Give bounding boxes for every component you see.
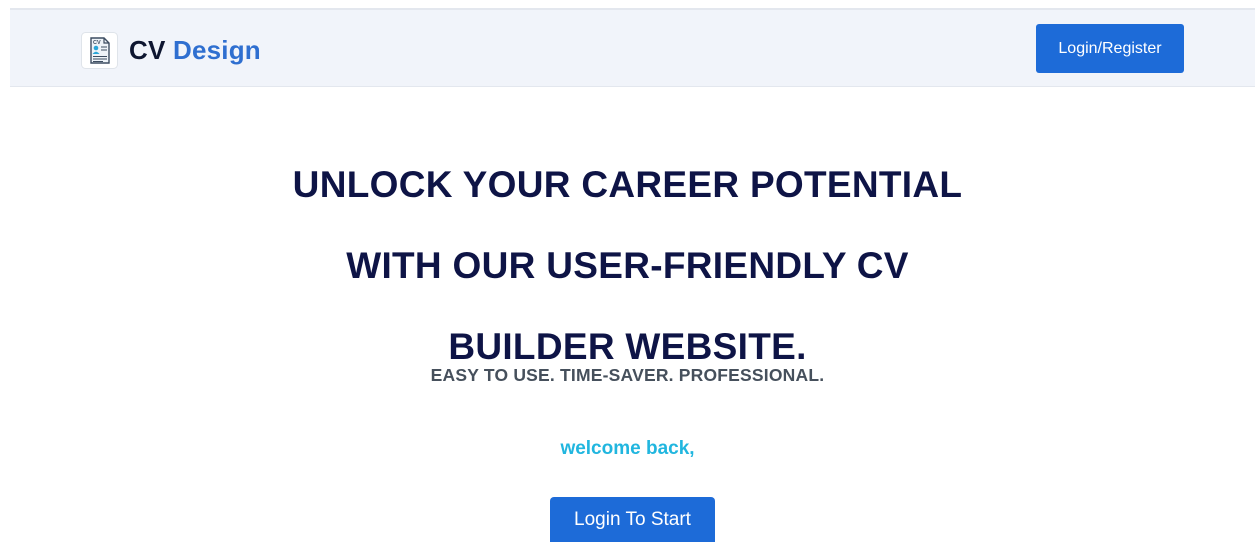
- headline-line-2: WITH OUR USER-FRIENDLY CV: [346, 245, 909, 286]
- brand-name-part1: CV: [129, 35, 166, 65]
- top-strip: [0, 0, 1255, 8]
- navbar: CV CV Design Login/Register: [10, 8, 1255, 87]
- tagline: EASY TO USE. TIME-SAVER. PROFESSIONAL.: [430, 365, 825, 385]
- headline-line-1: UNLOCK YOUR CAREER POTENTIAL: [292, 164, 963, 205]
- brand[interactable]: CV CV Design: [81, 30, 261, 70]
- hero-headline: UNLOCK YOUR CAREER POTENTIAL WITH OUR US…: [0, 144, 1255, 387]
- cv-document-icon: CV: [81, 31, 118, 69]
- brand-name-part2: Design: [172, 35, 261, 65]
- svg-text:CV: CV: [93, 40, 101, 46]
- login-register-button[interactable]: Login/Register: [1036, 24, 1184, 73]
- brand-name: CV Design: [129, 37, 261, 63]
- welcome-message: welcome back,: [560, 438, 695, 459]
- login-to-start-button[interactable]: Login To Start: [550, 497, 715, 542]
